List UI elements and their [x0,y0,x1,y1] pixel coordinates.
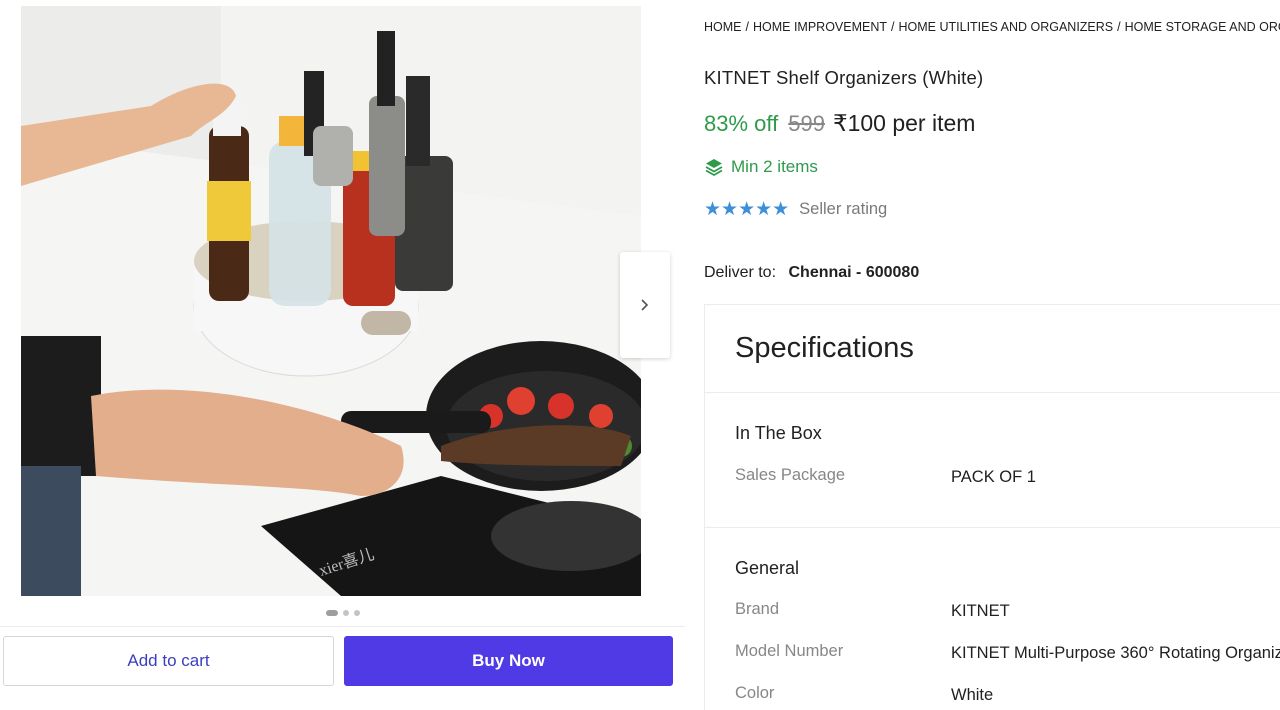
spec-section-general: General Brand KITNET Model Number KITNET… [705,528,1280,710]
gallery-dot[interactable] [353,610,360,616]
spec-value: KITNET Multi-Purpose 360° Rotating Organ… [951,644,1280,662]
delivery-pincode: Chennai - 600080 [788,264,920,281]
spec-section-title: In The Box [735,423,822,443]
breadcrumb-separator: / [1117,20,1121,34]
buy-now-button[interactable]: Buy Now [344,636,673,686]
spec-value: KITNET [951,602,1010,620]
spec-value: White [951,686,994,704]
breadcrumb-item-home-storage[interactable]: HOME STORAGE AND ORGANIZATION [1125,20,1280,34]
gallery-pagination [0,608,685,618]
spec-section-title: General [735,558,800,578]
spec-key: Model Number [735,642,844,660]
breadcrumb-separator: / [891,20,895,34]
discount-label: 83% off [704,111,779,136]
gallery-dot[interactable] [325,610,338,616]
spec-key: Brand [735,600,780,618]
product-page: xier喜儿 Add to cart Buy Now HOME / HOME I… [0,0,1280,710]
specifications-heading: Specifications [705,305,1280,393]
add-to-cart-button[interactable]: Add to cart [3,636,334,686]
min-items-label: Min 2 items [731,157,818,176]
spec-key: Sales Package [735,466,846,484]
product-details: HOME / HOME IMPROVEMENT / HOME UTILITIES AND… [704,0,1280,710]
chevron-right-icon [641,299,649,311]
product-title: KITNET Shelf Organizers (White) [704,67,984,88]
gallery-dot[interactable] [342,610,349,616]
product-image[interactable]: xier喜儿 [21,6,641,596]
breadcrumb: HOME / HOME IMPROVEMENT / HOME UTILITIES AND… [704,20,1280,34]
breadcrumb-separator: / [745,20,749,34]
spec-value: PACK OF 1 [951,468,1036,486]
specifications-card: Specifications In The Box Sales Package … [704,304,1280,710]
min-items-info: Min 2 items [704,157,818,177]
price-row: 83% off 599 ₹100 per item [704,110,975,137]
breadcrumb-item-home-improvement[interactable]: HOME IMPROVEMENT [753,20,887,34]
spec-key: Color [735,684,775,702]
delivery-location[interactable]: Deliver to: Chennai - 600080 [704,264,919,282]
breadcrumb-item-home[interactable]: HOME [704,20,742,34]
selling-price: ₹100 per item [832,110,976,136]
star-rating-icon: ★★★★★ [704,199,790,220]
seller-rating-label: Seller rating [799,200,888,218]
action-bar: Add to cart Buy Now [0,626,685,697]
original-price: 599 [788,111,825,136]
spec-section-in-the-box: In The Box Sales Package PACK OF 1 [705,393,1280,528]
breadcrumb-item-home-utilities[interactable]: HOME UTILITIES AND ORGANIZERS [899,20,1114,34]
seller-rating: ★★★★★ Seller rating [704,198,887,221]
deliver-to-label: Deliver to: [704,264,777,281]
product-photo: xier喜儿 [21,6,641,596]
layers-icon [705,159,723,177]
next-image-button[interactable] [620,252,670,358]
